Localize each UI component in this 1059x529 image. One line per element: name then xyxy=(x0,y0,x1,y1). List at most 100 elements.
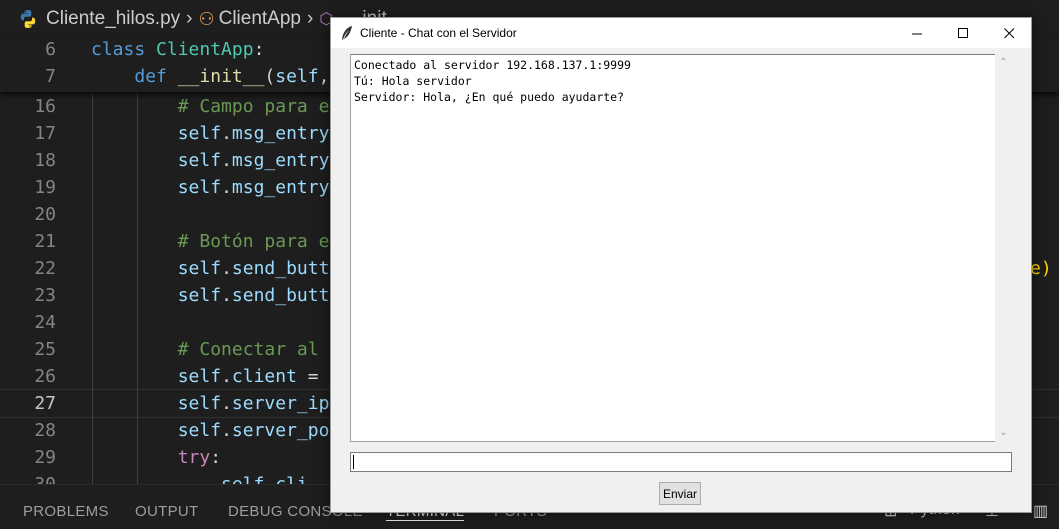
code-token: msg_entry xyxy=(231,177,330,198)
line-number: 25 xyxy=(34,339,56,360)
breadcrumb-file[interactable]: Cliente_hilos.py xyxy=(46,8,180,30)
code-token: self xyxy=(177,123,222,144)
line-number: 19 xyxy=(34,177,56,198)
code-token: msg_entry xyxy=(231,123,330,144)
line-number: 24 xyxy=(34,312,56,333)
code-token: : xyxy=(253,39,265,60)
code-token: . xyxy=(221,393,232,414)
line-number: 26 xyxy=(34,366,56,387)
code-token: . xyxy=(221,177,232,198)
code-text: self.server_po xyxy=(91,417,330,444)
line-number: 27 xyxy=(34,393,56,414)
minimize-icon xyxy=(911,33,922,34)
code-token: send_butt xyxy=(231,285,330,306)
maximize-button[interactable] xyxy=(940,18,986,48)
code-token: server_ip xyxy=(231,393,330,414)
tab-output[interactable]: OUTPUT xyxy=(135,503,198,520)
code-token: # Conectar al xyxy=(177,339,319,360)
code-token: . xyxy=(221,285,232,306)
code-text: class ClientApp: xyxy=(91,36,264,63)
chevron-right-icon: › xyxy=(307,8,314,29)
code-token: . xyxy=(221,366,232,387)
tab-problems[interactable]: PROBLEMS xyxy=(23,503,109,520)
code-token: . xyxy=(221,258,232,279)
line-number: 18 xyxy=(34,150,56,171)
code-token: . xyxy=(221,123,232,144)
scroll-up-icon[interactable]: ⌃ xyxy=(997,56,1010,69)
code-token: self xyxy=(177,150,222,171)
line-number: 16 xyxy=(34,96,56,117)
chat-scrollbar[interactable]: ⌃ ⌄ xyxy=(995,54,1012,442)
code-token: = xyxy=(296,366,319,387)
close-icon xyxy=(1003,27,1014,38)
code-token: server_po xyxy=(231,420,330,441)
line-number: 23 xyxy=(34,285,56,306)
code-token: ClientApp xyxy=(156,39,254,60)
code-token: def xyxy=(134,66,178,87)
minimize-button[interactable] xyxy=(894,18,940,48)
layout-icon[interactable]: ▥ xyxy=(1033,501,1048,521)
feather-icon xyxy=(342,26,352,40)
code-text: # Botón para e xyxy=(91,228,330,255)
class-icon: ⚇ xyxy=(198,8,215,29)
window-title: Cliente - Chat con el Servidor xyxy=(360,26,517,40)
text-caret xyxy=(353,455,354,469)
line-number: 22 xyxy=(34,258,56,279)
code-token: send_butt xyxy=(231,258,330,279)
code-text: # Campo para e xyxy=(91,93,330,120)
message-entry[interactable] xyxy=(350,452,1012,472)
code-token: self xyxy=(177,177,222,198)
code-text: self.msg_entry xyxy=(91,120,330,147)
code-token: try xyxy=(177,447,211,468)
line-number: 6 xyxy=(45,39,56,60)
line-number: 29 xyxy=(34,447,56,468)
scroll-down-icon[interactable]: ⌄ xyxy=(997,426,1010,439)
code-text: try: xyxy=(91,444,221,471)
chat-message: Conectado al servidor 192.168.137.1:9999 xyxy=(354,58,631,72)
code-token: self xyxy=(177,366,222,387)
code-token: class xyxy=(91,39,157,60)
code-token: __init__ xyxy=(177,66,265,87)
line-number: 20 xyxy=(34,204,56,225)
line-number: 17 xyxy=(34,123,56,144)
python-file-icon xyxy=(20,10,36,28)
chat-log[interactable]: Conectado al servidor 192.168.137.1:9999… xyxy=(350,54,996,442)
code-text: self.client = xyxy=(91,363,319,390)
code-text: # Conectar al xyxy=(91,336,319,363)
code-text: def __init__(self,... xyxy=(91,63,362,90)
code-text: self.send_butt xyxy=(91,255,330,282)
indent-guide xyxy=(137,92,138,484)
code-text: self.server_ip xyxy=(91,390,330,417)
maximize-icon xyxy=(957,27,968,38)
code-token: self xyxy=(177,258,222,279)
code-token: self xyxy=(177,285,222,306)
code-text: self.msg_entry xyxy=(91,147,330,174)
breadcrumb-class[interactable]: ClientApp xyxy=(219,8,301,30)
window-titlebar[interactable]: Cliente - Chat con el Servidor xyxy=(331,18,1031,48)
code-text: self.msg_entry xyxy=(91,174,330,201)
send-button[interactable]: Enviar xyxy=(659,482,701,505)
code-token: self xyxy=(177,420,222,441)
code-token: self xyxy=(177,393,222,414)
line-number: 28 xyxy=(34,420,56,441)
line-number: 7 xyxy=(45,66,56,87)
right-edge-text: e) xyxy=(1030,258,1052,279)
chevron-right-icon: › xyxy=(186,8,193,29)
code-token: . xyxy=(221,420,232,441)
close-button[interactable] xyxy=(986,18,1032,48)
code-token: . xyxy=(221,150,232,171)
code-token: msg_entry xyxy=(231,150,330,171)
chat-message: Servidor: Hola, ¿En qué puedo ayudarte? xyxy=(354,90,625,104)
code-token: : xyxy=(210,447,222,468)
